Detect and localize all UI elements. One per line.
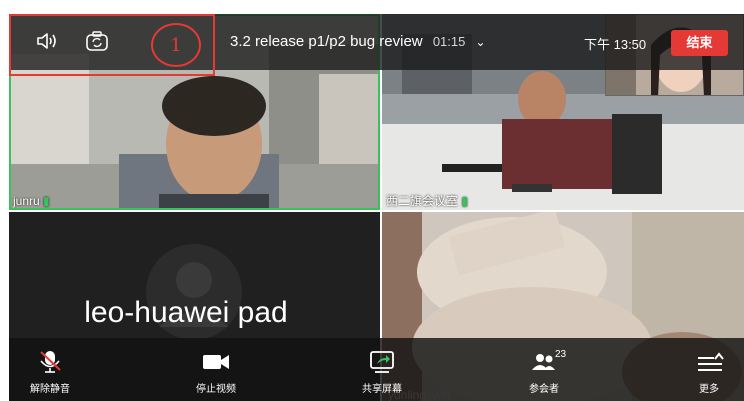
- participant-count-badge: 23: [555, 349, 567, 360]
- meeting-title: 3.2 release p1/p2 bug review: [230, 33, 423, 50]
- share-screen-button[interactable]: 共享屏幕: [337, 338, 427, 401]
- unmute-button[interactable]: 解除静音: [5, 338, 95, 401]
- current-time: 下午 13:50: [584, 37, 647, 52]
- participants-icon: [532, 354, 555, 370]
- participant-name-meeting-room: 西二旗会议室: [386, 194, 459, 208]
- participants-label: 参会者: [529, 384, 559, 395]
- meeting-bottom-toolbar: 解除静音 停止视频 共享屏幕 23 参会者 更多: [9, 338, 744, 401]
- stop-video-button[interactable]: 停止视频: [171, 338, 261, 401]
- annotation-number-marker: 1: [151, 23, 201, 67]
- more-button[interactable]: 更多: [664, 338, 744, 401]
- more-menu-icon: [698, 352, 724, 371]
- mic-active-icon: ▮: [461, 194, 468, 208]
- meeting-stage: junru ▮ 西二旗会议室 ▮ leo-huawei pad 3.2 rele…: [0, 0, 744, 401]
- muted-mic-icon: [40, 351, 61, 373]
- participants-button[interactable]: 23 参会者: [499, 338, 589, 401]
- share-screen-label: 共享屏幕: [362, 384, 402, 395]
- stop-video-label: 停止视频: [196, 384, 236, 395]
- meeting-title-dropdown[interactable]: 3.2 release p1/p2 bug review 01:15 ⌄: [230, 33, 486, 50]
- share-screen-icon: [370, 351, 394, 373]
- more-label: 更多: [699, 384, 719, 395]
- end-meeting-button[interactable]: 结束: [671, 30, 728, 56]
- mic-active-icon: ▮: [43, 194, 50, 208]
- chevron-down-icon: ⌄: [475, 35, 486, 49]
- unmute-label: 解除静音: [30, 384, 70, 395]
- meeting-duration: 01:15: [432, 34, 466, 49]
- participant-name-junru: junru: [13, 194, 40, 208]
- video-camera-icon: [203, 355, 229, 369]
- participant-name-leo-huawei-pad: leo-huawei pad: [84, 296, 288, 329]
